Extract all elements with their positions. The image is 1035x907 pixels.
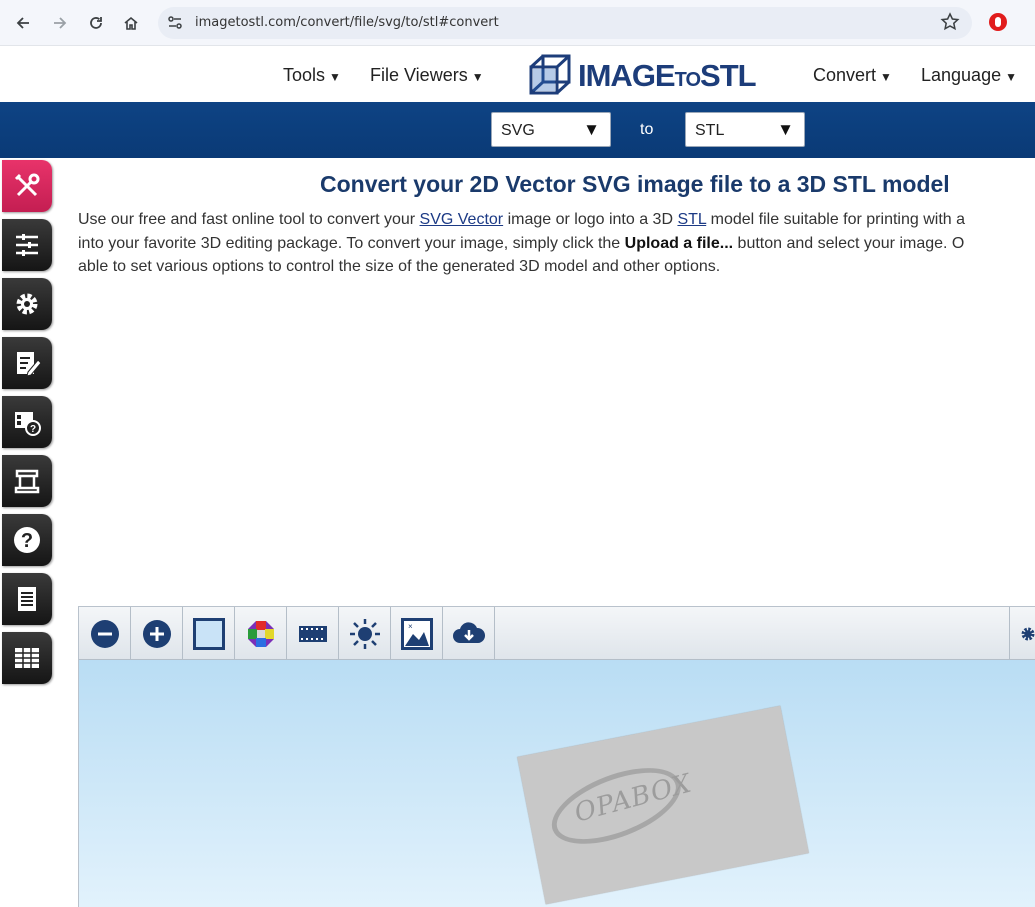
settings-gear-icon xyxy=(1021,627,1035,640)
home-icon xyxy=(124,16,138,30)
edit-button[interactable] xyxy=(2,337,52,389)
background-image-icon: × xyxy=(400,617,433,650)
browser-chrome: imagetostl.com/convert/file/svg/to/stl#c… xyxy=(0,0,1035,46)
dropdown-arrow-icon: ▼ xyxy=(583,120,600,139)
download-cloud-icon xyxy=(452,621,485,643)
help-search-icon: ? xyxy=(15,412,41,436)
dropdown-arrow-icon: ▼ xyxy=(777,120,794,139)
nav-tools-label: Tools xyxy=(283,65,326,85)
colors-icon xyxy=(247,620,274,647)
viewer-canvas[interactable]: OPABOX xyxy=(79,660,1035,907)
film-strip-icon xyxy=(298,625,327,642)
nav-tools[interactable]: Tools ▼ xyxy=(283,65,341,86)
nav-language[interactable]: Language ▼ xyxy=(921,65,1017,86)
tools-icon xyxy=(14,173,40,197)
stl-model-preview: OPABOX xyxy=(517,705,809,905)
brightness-button[interactable] xyxy=(339,607,391,660)
to-format-value: STL xyxy=(695,122,725,139)
frame-button[interactable] xyxy=(183,607,235,660)
viewer-settings-button[interactable] xyxy=(1009,607,1035,660)
brightness-icon xyxy=(349,618,380,649)
site-info-icon[interactable] xyxy=(166,14,184,32)
background-image-button[interactable]: × xyxy=(391,607,443,660)
model-viewer: × OPABOX xyxy=(78,606,1035,907)
zoom-in-icon xyxy=(142,619,171,648)
nav-file-viewers-label: File Viewers xyxy=(370,65,468,85)
intro-text: Use our free and fast online tool to con… xyxy=(78,208,1035,279)
stl-link[interactable]: STL xyxy=(677,211,706,228)
document-button[interactable] xyxy=(2,573,52,625)
address-bar[interactable]: imagetostl.com/convert/file/svg/to/stl#c… xyxy=(158,7,972,39)
reload-icon xyxy=(90,17,102,29)
to-format-select[interactable]: STL ▼ xyxy=(685,112,805,147)
svg-text:?: ? xyxy=(30,424,36,435)
caret-down-icon: ▼ xyxy=(329,70,341,84)
edit-document-icon xyxy=(17,352,42,377)
url-text: imagetostl.com/convert/file/svg/to/stl#c… xyxy=(195,15,499,30)
extension-icon[interactable] xyxy=(988,12,1008,32)
from-format-value: SVG xyxy=(501,122,535,139)
document-list-icon xyxy=(18,587,36,611)
intro-line-1: Use our free and fast online tool to con… xyxy=(78,211,965,228)
colors-button[interactable] xyxy=(235,607,287,660)
question-icon: ? xyxy=(14,527,40,553)
options-list-icon xyxy=(16,234,38,256)
table-grid-icon xyxy=(15,648,39,668)
home-button[interactable] xyxy=(118,10,144,36)
nav-language-label: Language xyxy=(921,65,1002,85)
nav-file-viewers[interactable]: File Viewers ▼ xyxy=(370,65,484,86)
site-header: Tools ▼ File Viewers ▼ IMAGETOSTL Convert ▼… xyxy=(0,47,1035,102)
converter-bar: SVG ▼ to STL ▼ xyxy=(0,102,1035,158)
caret-down-icon: ▼ xyxy=(471,70,484,84)
svg-vector-link[interactable]: SVG Vector xyxy=(420,211,504,228)
download-button[interactable] xyxy=(443,607,495,660)
bookmark-star-icon[interactable] xyxy=(940,12,960,32)
printer-button[interactable] xyxy=(2,455,52,507)
to-label: to xyxy=(640,121,654,138)
back-button[interactable] xyxy=(10,10,36,36)
site-logo[interactable]: IMAGETOSTL xyxy=(528,52,768,98)
intro-line-2: into your favorite 3D editing package. T… xyxy=(78,234,965,252)
reload-button[interactable] xyxy=(83,10,109,36)
film-strip-button[interactable] xyxy=(287,607,339,660)
nav-convert-label: Convert xyxy=(813,65,877,85)
intro-line-3: able to set various options to control t… xyxy=(78,258,721,275)
from-format-select[interactable]: SVG ▼ xyxy=(491,112,611,147)
svg-text:?: ? xyxy=(21,530,33,552)
options-button[interactable] xyxy=(2,219,52,271)
printer-icon xyxy=(14,469,40,494)
zoom-in-button[interactable] xyxy=(131,607,183,660)
frame-icon xyxy=(192,617,225,650)
forward-button[interactable] xyxy=(47,10,73,36)
cube-logo-icon xyxy=(529,54,571,95)
logo-text: IMAGETOSTL xyxy=(578,58,757,93)
zoom-out-button[interactable] xyxy=(79,607,131,660)
caret-down-icon: ▼ xyxy=(880,70,892,84)
help-search-button[interactable]: ? xyxy=(2,396,52,448)
back-arrow-icon xyxy=(16,17,29,29)
table-button[interactable] xyxy=(2,632,52,684)
svg-text:×: × xyxy=(408,622,413,631)
viewer-toolbar: × xyxy=(79,607,1035,660)
page-title: Convert your 2D Vector SVG image file to… xyxy=(320,171,950,197)
nav-convert[interactable]: Convert ▼ xyxy=(813,65,892,86)
settings-gear-icon xyxy=(16,293,38,315)
zoom-out-icon xyxy=(90,619,119,648)
tools-button[interactable] xyxy=(2,160,52,212)
help-button[interactable]: ? xyxy=(2,514,52,566)
settings-button[interactable] xyxy=(2,278,52,330)
forward-arrow-icon xyxy=(54,17,67,29)
caret-down-icon: ▼ xyxy=(1005,70,1017,84)
